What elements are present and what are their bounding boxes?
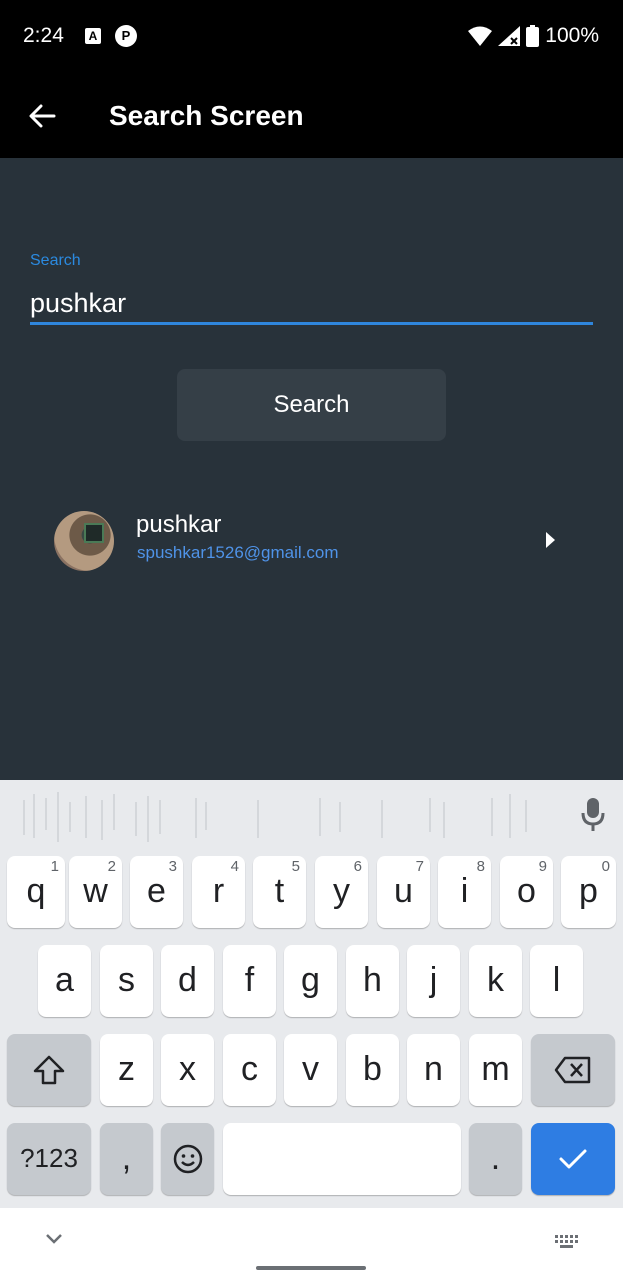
enter-key[interactable] bbox=[531, 1123, 615, 1195]
symbols-key[interactable]: ?123 bbox=[7, 1123, 91, 1195]
key-label: p bbox=[579, 872, 598, 910]
key-k[interactable]: k bbox=[469, 945, 522, 1017]
key-z[interactable]: z bbox=[100, 1034, 153, 1106]
microphone-icon[interactable] bbox=[578, 796, 608, 832]
key-u[interactable]: u7 bbox=[377, 856, 430, 928]
home-handle[interactable] bbox=[256, 1266, 366, 1270]
period-key[interactable]: . bbox=[469, 1123, 522, 1195]
key-o[interactable]: o9 bbox=[500, 856, 553, 928]
keyboard-icon[interactable] bbox=[554, 1234, 580, 1252]
search-label: Search bbox=[30, 252, 81, 269]
signal-icon bbox=[498, 26, 521, 46]
key-label: u bbox=[394, 872, 413, 910]
chevron-right-icon[interactable] bbox=[546, 532, 555, 548]
key-hint: 8 bbox=[476, 858, 485, 875]
wifi-icon bbox=[468, 26, 493, 46]
key-d[interactable]: d bbox=[161, 945, 214, 1017]
key-w[interactable]: w2 bbox=[69, 856, 122, 928]
key-label: i bbox=[460, 872, 469, 910]
key-label: t bbox=[274, 872, 285, 910]
key-l[interactable]: l bbox=[530, 945, 583, 1017]
back-button[interactable] bbox=[22, 96, 62, 136]
key-label: q bbox=[26, 872, 46, 910]
result-email: spushkar1526@gmail.com bbox=[137, 543, 339, 562]
key-hint: 1 bbox=[50, 858, 59, 875]
main-content: Search Search pushkar spushkar1526@gmail… bbox=[0, 158, 623, 780]
key-hint: 3 bbox=[168, 858, 177, 875]
battery-icon bbox=[526, 25, 540, 47]
key-x[interactable]: x bbox=[161, 1034, 214, 1106]
suggestion-strip bbox=[0, 780, 623, 852]
shift-icon bbox=[33, 1055, 65, 1085]
backspace-key[interactable] bbox=[531, 1034, 615, 1106]
key-hint: 5 bbox=[291, 858, 300, 875]
key-i[interactable]: i8 bbox=[438, 856, 491, 928]
avatar bbox=[54, 511, 114, 571]
key-c[interactable]: c bbox=[223, 1034, 276, 1106]
a-app-icon: A bbox=[85, 28, 101, 44]
key-h[interactable]: h bbox=[346, 945, 399, 1017]
key-n[interactable]: n bbox=[407, 1034, 460, 1106]
key-hint: 0 bbox=[601, 858, 610, 875]
search-input[interactable] bbox=[30, 285, 593, 325]
key-label: r bbox=[212, 872, 225, 910]
key-p[interactable]: p0 bbox=[561, 856, 616, 928]
key-a[interactable]: a bbox=[38, 945, 91, 1017]
status-bar: 2:24 A P 100% bbox=[0, 0, 623, 74]
battery-percent: 100% bbox=[545, 24, 599, 47]
key-v[interactable]: v bbox=[284, 1034, 337, 1106]
key-q[interactable]: q1 bbox=[7, 856, 65, 928]
soft-keyboard: q1 w2 e3 r4 t5 y6 u7 i8 o9 p0 a s d f g … bbox=[0, 780, 623, 1208]
key-hint: 2 bbox=[107, 858, 116, 875]
key-y[interactable]: y6 bbox=[315, 856, 368, 928]
app-bar: Search Screen bbox=[0, 74, 623, 158]
emoji-key[interactable] bbox=[161, 1123, 214, 1195]
emoji-icon bbox=[173, 1144, 202, 1174]
checkmark-icon bbox=[559, 1149, 587, 1169]
key-b[interactable]: b bbox=[346, 1034, 399, 1106]
key-m[interactable]: m bbox=[469, 1034, 522, 1106]
shift-key[interactable] bbox=[7, 1034, 91, 1106]
key-label: y bbox=[333, 872, 350, 910]
key-g[interactable]: g bbox=[284, 945, 337, 1017]
key-e[interactable]: e3 bbox=[130, 856, 183, 928]
chevron-down-icon[interactable] bbox=[44, 1232, 64, 1246]
key-label: w bbox=[83, 872, 108, 910]
arrow-back-icon bbox=[29, 104, 56, 128]
key-f[interactable]: f bbox=[223, 945, 276, 1017]
key-r[interactable]: r4 bbox=[192, 856, 245, 928]
key-hint: 7 bbox=[415, 858, 424, 875]
result-name: pushkar bbox=[136, 511, 222, 538]
key-hint: 4 bbox=[230, 858, 239, 875]
key-j[interactable]: j bbox=[407, 945, 460, 1017]
p-app-icon: P bbox=[115, 25, 137, 47]
key-s[interactable]: s bbox=[100, 945, 153, 1017]
key-hint: 9 bbox=[538, 858, 547, 875]
status-icons: 100% bbox=[468, 24, 599, 48]
keyboard-animation bbox=[23, 792, 527, 842]
space-key[interactable] bbox=[223, 1123, 461, 1195]
avatar-photo-detail bbox=[84, 523, 104, 543]
list-item[interactable]: pushkar spushkar1526@gmail.com bbox=[50, 506, 573, 574]
comma-key[interactable]: , bbox=[100, 1123, 153, 1195]
key-label: e bbox=[147, 872, 166, 910]
key-hint: 6 bbox=[353, 858, 362, 875]
backspace-icon bbox=[554, 1056, 591, 1084]
page-title: Search Screen bbox=[109, 100, 304, 131]
key-label: o bbox=[517, 872, 536, 910]
search-button[interactable]: Search bbox=[177, 369, 446, 441]
key-t[interactable]: t5 bbox=[253, 856, 306, 928]
status-time: 2:24 bbox=[23, 24, 64, 47]
system-nav-bar bbox=[0, 1208, 623, 1280]
